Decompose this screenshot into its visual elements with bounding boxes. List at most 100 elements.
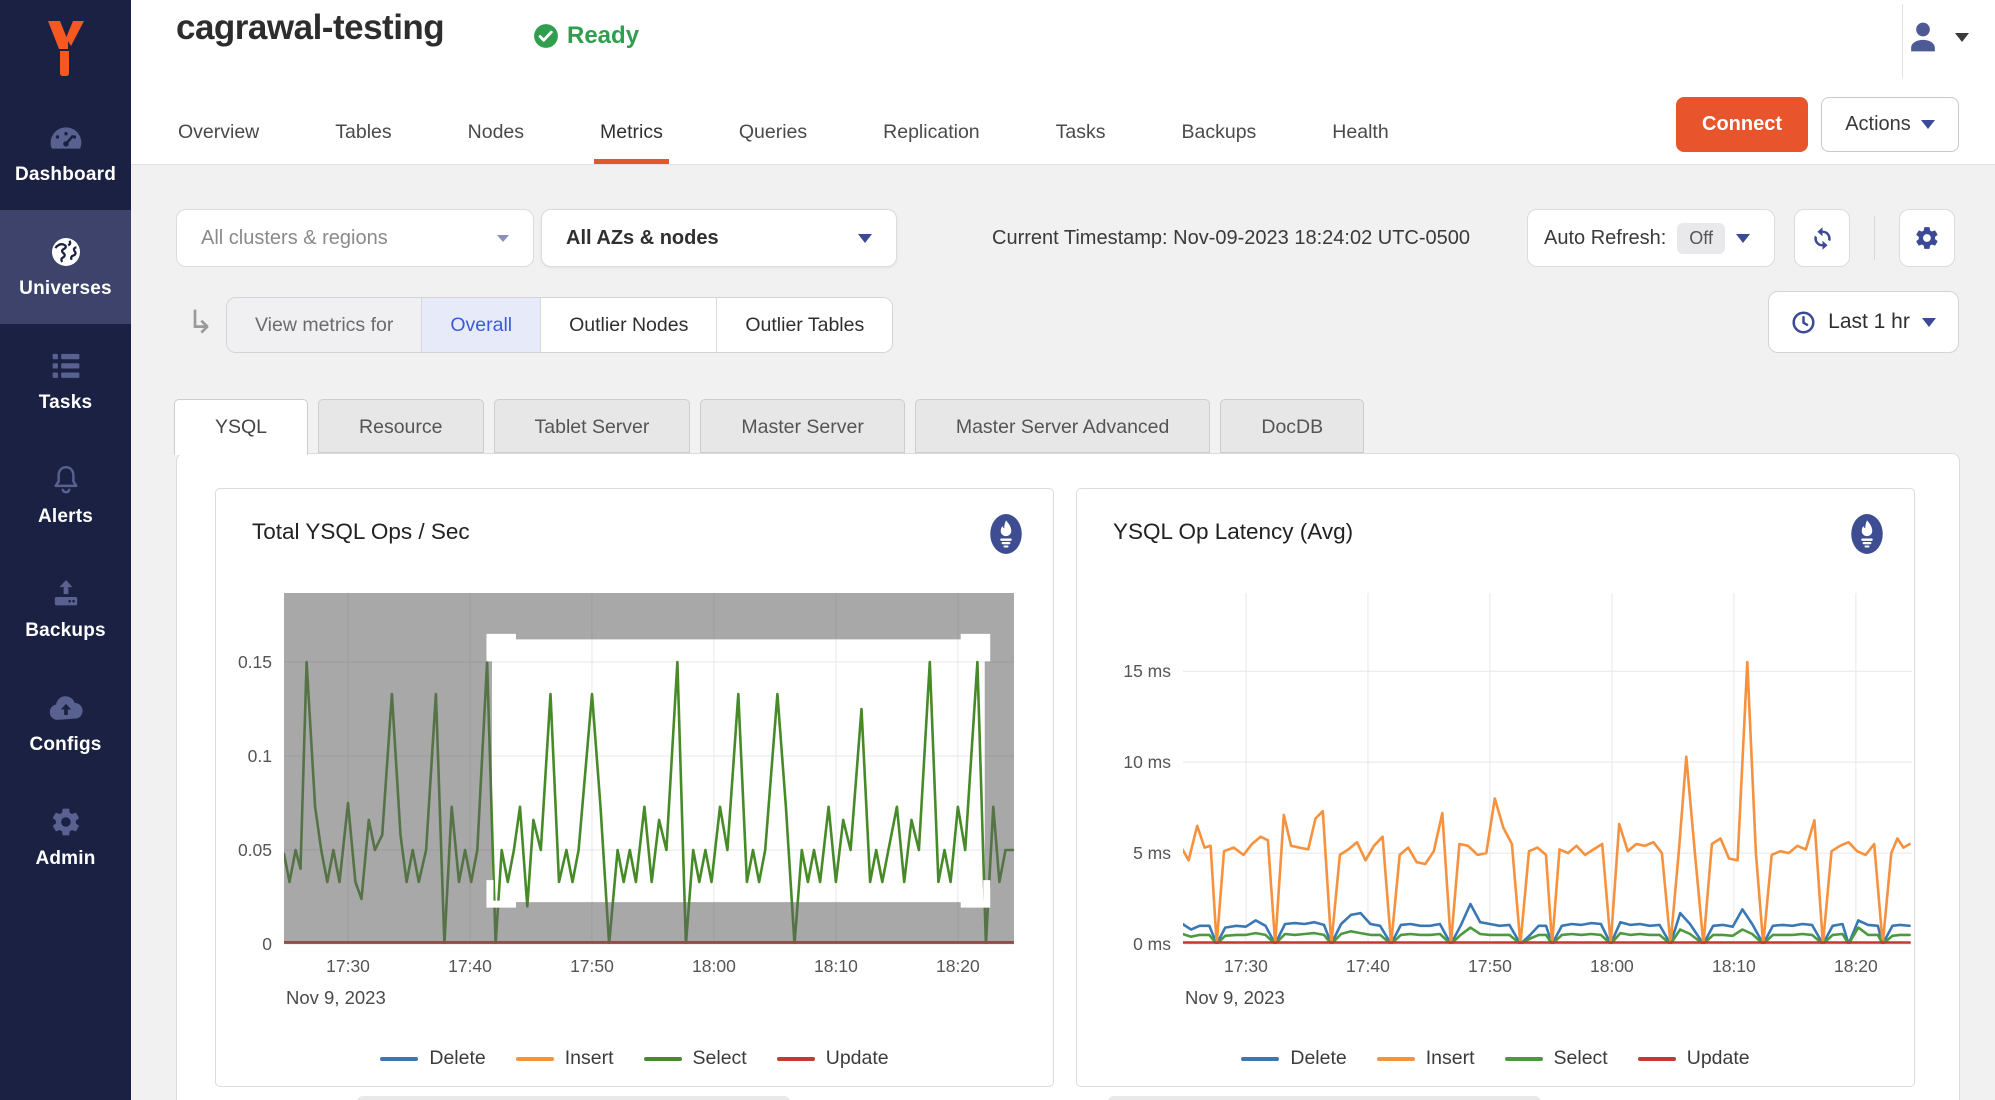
legend-item-update[interactable]: Update <box>1638 1047 1750 1070</box>
chevron-down-icon <box>1922 318 1936 327</box>
sidebar-item-configs[interactable]: Configs <box>0 666 131 780</box>
metric-tab-master-server-advanced[interactable]: Master Server Advanced <box>915 399 1211 453</box>
refresh-button[interactable] <box>1794 209 1850 267</box>
view-metrics-toggle: View metrics for OverallOutlier NodesOut… <box>226 297 893 353</box>
x-axis-tick: 17:40 <box>1346 956 1390 976</box>
sidebar-item-tasks[interactable]: Tasks <box>0 324 131 438</box>
legend-swatch <box>1377 1057 1415 1061</box>
metric-tab-tablet-server[interactable]: Tablet Server <box>494 399 691 453</box>
metrics-content: All clusters & regions All AZs & nodes C… <box>131 165 1995 1100</box>
y-axis-tick: 15 ms <box>1123 661 1171 681</box>
metric-tab-master-server[interactable]: Master Server <box>700 399 904 453</box>
metric-tab-resource[interactable]: Resource <box>318 399 483 453</box>
x-axis-tick: 18:10 <box>814 956 858 976</box>
auto-refresh-label: Auto Refresh: <box>1544 227 1666 250</box>
chevron-down-icon <box>858 234 872 243</box>
time-range-value: Last 1 hr <box>1828 310 1910 334</box>
y-axis-tick: 0.05 <box>238 840 272 860</box>
view-metrics-option-outlier-tables[interactable]: Outlier Tables <box>716 298 892 352</box>
header: cagrawal-testing Ready OverviewTablesNod… <box>131 0 1995 165</box>
x-axis-tick: 18:20 <box>936 956 980 976</box>
y-axis-tick: 0 ms <box>1133 934 1171 954</box>
universe-tab-bar: Overview Tables Nodes Metrics Queries Replica… <box>176 101 1391 164</box>
metrics-card: Total YSQL Ops / Sec 17:3017:4017:5018:0… <box>176 453 1960 1100</box>
chart-legend: Delete Insert Select Update <box>1077 1047 1914 1070</box>
legend-item-delete[interactable]: Delete <box>1241 1047 1346 1070</box>
x-axis-tick: 17:30 <box>326 956 370 976</box>
current-timestamp: Current Timestamp: Nov-09-2023 18:24:02 … <box>992 209 1470 267</box>
tab-nodes[interactable]: Nodes <box>466 101 526 164</box>
chevron-down-icon <box>1736 234 1750 243</box>
legend-item-update[interactable]: Update <box>777 1047 889 1070</box>
tab-overview[interactable]: Overview <box>176 101 261 164</box>
globe-icon <box>50 234 82 270</box>
sub-filter-arrow-icon: ↳ <box>187 303 214 341</box>
tab-metrics[interactable]: Metrics <box>598 101 665 164</box>
legend-label: Delete <box>429 1047 485 1070</box>
x-axis-date-label: Nov 9, 2023 <box>1185 987 1285 1008</box>
chart-panel-total-ysql-ops: Total YSQL Ops / Sec 17:3017:4017:5018:0… <box>215 488 1054 1087</box>
total-ysql-ops-chart[interactable]: 17:3017:4017:5018:0018:1018:2000.050.10.… <box>216 489 1054 1087</box>
prometheus-icon[interactable] <box>1850 513 1884 560</box>
gear-icon <box>1914 225 1940 251</box>
cluster-region-select[interactable]: All clusters & regions <box>176 209 534 267</box>
yugabyte-logo[interactable] <box>0 0 131 96</box>
prometheus-icon[interactable] <box>989 513 1023 560</box>
auto-refresh-value: Off <box>1677 223 1725 254</box>
x-axis-tick: 17:40 <box>448 956 492 976</box>
sidebar: DashboardUniverses Tasks AlertsBackups Conf… <box>0 0 131 1100</box>
tab-backups[interactable]: Backups <box>1180 101 1259 164</box>
legend-item-select[interactable]: Select <box>644 1047 747 1070</box>
settings-button[interactable] <box>1899 209 1955 267</box>
cluster-region-select-value: All clusters & regions <box>201 227 388 250</box>
yugabyte-logo-icon <box>40 17 92 79</box>
sidebar-item-label: Tasks <box>39 392 92 414</box>
y-axis-tick: 10 ms <box>1123 752 1171 772</box>
sidebar-item-universes[interactable]: Universes <box>0 210 131 324</box>
actions-button[interactable]: Actions <box>1821 97 1959 152</box>
time-range-select[interactable]: Last 1 hr <box>1768 291 1959 353</box>
y-axis-tick: 0.1 <box>248 746 272 766</box>
legend-item-insert[interactable]: Insert <box>1377 1047 1475 1070</box>
connect-button[interactable]: Connect <box>1676 97 1808 152</box>
ysql-op-latency-chart[interactable]: 17:3017:4017:5018:0018:1018:200 ms5 ms10… <box>1077 489 1915 1087</box>
az-nodes-select-value: All AZs & nodes <box>566 227 719 250</box>
auto-refresh-control[interactable]: Auto Refresh: Off <box>1527 209 1775 267</box>
legend-label: Update <box>1687 1047 1750 1070</box>
y-axis-tick: 0.15 <box>238 652 272 672</box>
x-axis-tick: 18:20 <box>1834 956 1878 976</box>
bell-icon <box>51 462 81 498</box>
sidebar-item-alerts[interactable]: Alerts <box>0 438 131 552</box>
metric-tab-docdb[interactable]: DocDB <box>1220 399 1364 453</box>
legend-swatch <box>777 1057 815 1061</box>
sidebar-item-label: Configs <box>29 734 101 756</box>
sidebar-item-backups[interactable]: Backups <box>0 552 131 666</box>
clock-icon <box>1791 310 1816 335</box>
metric-tab-bar: YSQLResourceTablet ServerMaster ServerMa… <box>174 399 1364 453</box>
legend-label: Update <box>826 1047 889 1070</box>
x-axis-tick: 17:30 <box>1224 956 1268 976</box>
sidebar-item-label: Admin <box>35 848 95 870</box>
actions-label: Actions <box>1845 113 1911 136</box>
metric-tab-ysql[interactable]: YSQL <box>174 399 308 455</box>
az-nodes-select[interactable]: All AZs & nodes <box>541 209 897 267</box>
tab-health[interactable]: Health <box>1330 101 1390 164</box>
tab-tasks[interactable]: Tasks <box>1054 101 1108 164</box>
sidebar-item-admin[interactable]: Admin <box>0 780 131 894</box>
check-circle-icon <box>533 23 559 49</box>
view-metrics-option-overall[interactable]: Overall <box>421 298 540 352</box>
legend-label: Select <box>1554 1047 1608 1070</box>
tab-replication[interactable]: Replication <box>881 101 981 164</box>
gear-icon <box>50 804 82 840</box>
view-metrics-option-outlier-nodes[interactable]: Outlier Nodes <box>540 298 716 352</box>
legend-label: Insert <box>565 1047 614 1070</box>
x-axis-tick: 17:50 <box>570 956 614 976</box>
legend-item-select[interactable]: Select <box>1505 1047 1608 1070</box>
sidebar-item-dashboard[interactable]: Dashboard <box>0 96 131 210</box>
tab-tables[interactable]: Tables <box>333 101 393 164</box>
tab-queries[interactable]: Queries <box>737 101 809 164</box>
legend-item-insert[interactable]: Insert <box>516 1047 614 1070</box>
status-badge: Ready <box>533 22 639 50</box>
legend-item-delete[interactable]: Delete <box>380 1047 485 1070</box>
user-menu[interactable] <box>1903 16 1969 58</box>
